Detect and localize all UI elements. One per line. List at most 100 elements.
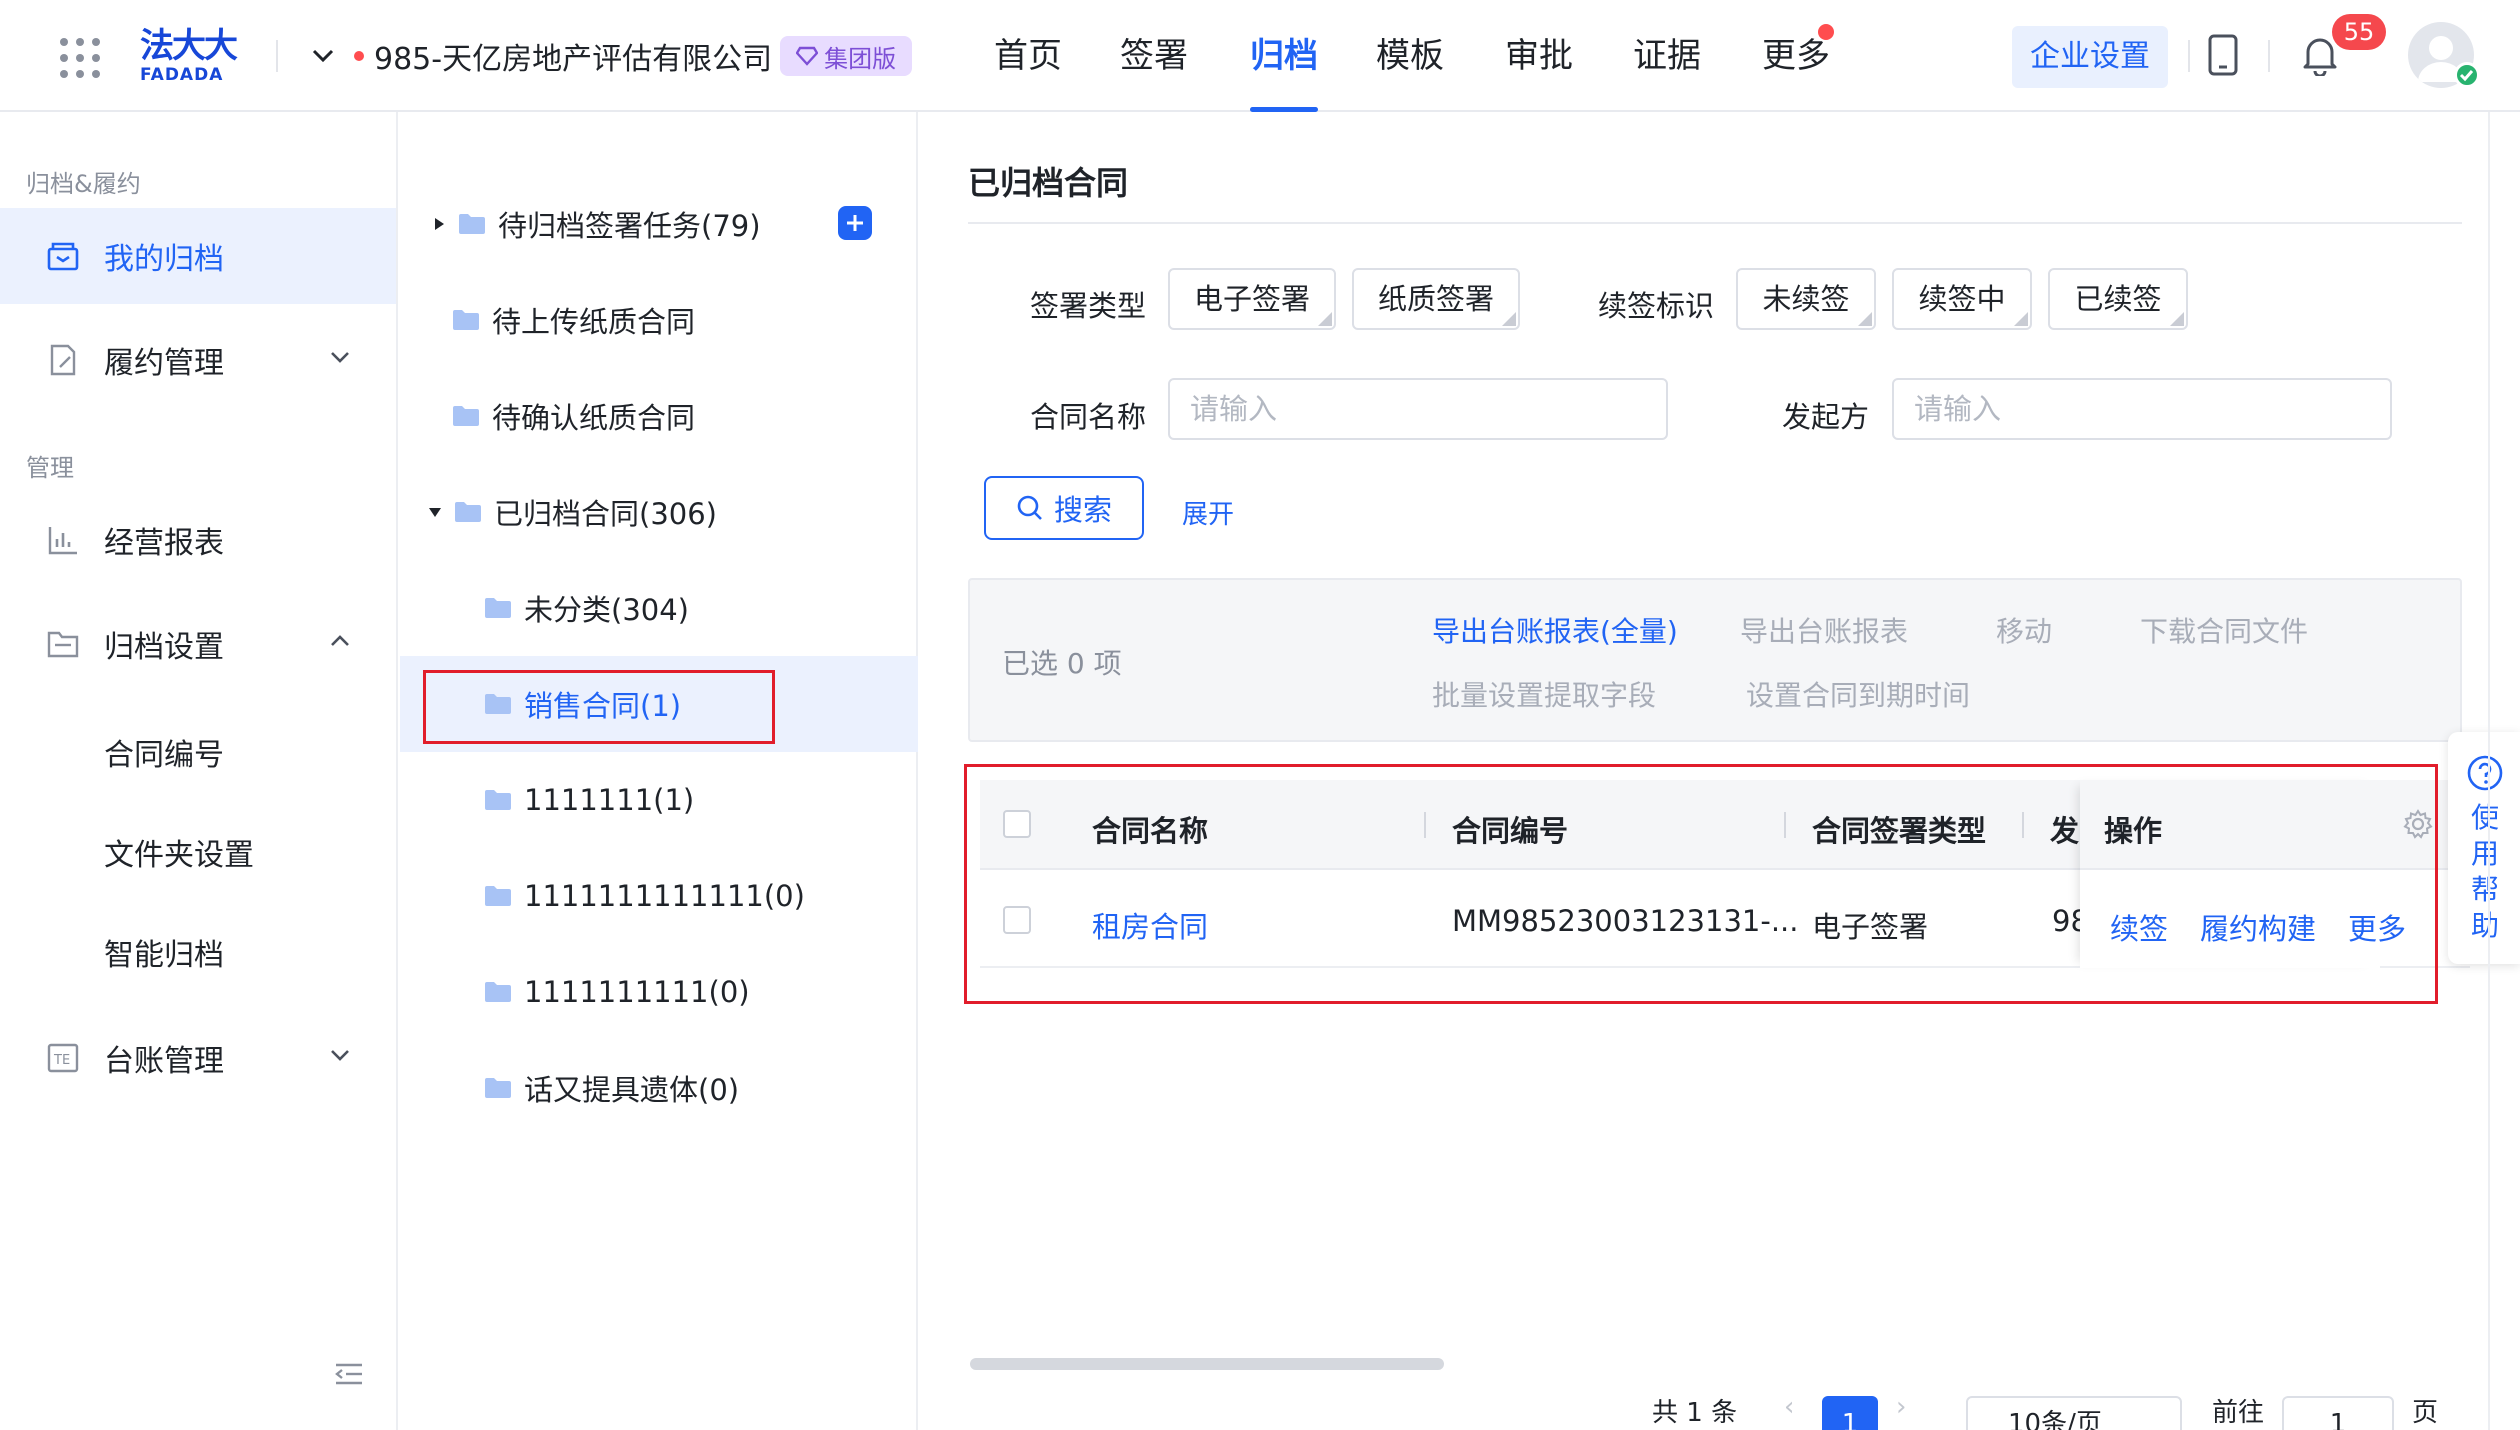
chip-paper-sign[interactable]: 纸质签署 [1352, 268, 1520, 330]
chevron-up-icon [331, 635, 349, 646]
mobile-icon[interactable] [2208, 34, 2238, 76]
nav-more[interactable]: 更多 [1762, 0, 1830, 112]
contract-name-input[interactable]: 请输入 [1168, 378, 1668, 440]
tree-item-folder[interactable]: 1111111111(0) [400, 944, 918, 1040]
move-button[interactable]: 移动 [1996, 610, 2052, 650]
tree-item-label: 1111111111111(0) [524, 879, 805, 913]
folder-icon [485, 886, 511, 906]
tree-item-archived[interactable]: 已归档合同(306) [400, 464, 918, 560]
divider [2268, 40, 2270, 72]
expand-link[interactable]: 展开 [1182, 494, 1234, 531]
svg-text:TE: TE [53, 1053, 70, 1068]
sidebar-item-my-archive[interactable]: 我的归档 [0, 208, 396, 304]
collapse-sidebar-icon[interactable] [334, 1362, 364, 1386]
tree-item-confirm-paper[interactable]: 待确认纸质合同 [400, 368, 918, 464]
folder-icon [453, 406, 479, 426]
page-size-value: 10条/页 [2008, 1409, 2102, 1430]
search-button-label: 搜索 [1053, 493, 1112, 527]
folder-icon [455, 502, 481, 522]
left-sidebar: 归档&履约 我的归档 履约管理 管理 经营报表 归档设置 合同编号 文件夹设置 … [0, 112, 398, 1430]
tree-item-upload-paper[interactable]: 待上传纸质合同 [400, 272, 918, 368]
chip-renewed[interactable]: 已续签 [2048, 268, 2188, 330]
enterprise-settings-button[interactable]: 企业设置 [2012, 26, 2168, 88]
chevron-down-icon [331, 1050, 349, 1061]
renew-label: 续签标识 [1598, 289, 1715, 323]
tree-item-folder[interactable]: 话又提具遗体(0) [400, 1040, 918, 1136]
sidebar-subitem-folder-settings[interactable]: 文件夹设置 [104, 830, 254, 874]
contract-name-label: 合同名称 [1030, 400, 1147, 434]
chip-electronic-sign[interactable]: 电子签署 [1168, 268, 1336, 330]
nav-sign[interactable]: 签署 [1120, 0, 1188, 112]
bell-icon[interactable] [2302, 34, 2338, 76]
export-button[interactable]: 导出台账报表 [1740, 610, 1908, 650]
nav-approval[interactable]: 审批 [1505, 0, 1573, 112]
chip-renewing[interactable]: 续签中 [1892, 268, 2032, 330]
initiator-input[interactable]: 请输入 [1892, 378, 2392, 440]
folder-icon [459, 214, 485, 234]
tree-item-label: 1111111111(0) [524, 975, 750, 1009]
sidebar-item-label: 归档设置 [104, 630, 224, 665]
set-expiry-button[interactable]: 设置合同到期时间 [1746, 674, 1970, 714]
chevron-down-icon [331, 352, 349, 363]
sidebar-item-label: 履约管理 [104, 346, 224, 381]
download-button[interactable]: 下载合同文件 [2140, 610, 2308, 650]
bar-chart-icon [48, 527, 77, 555]
tree-item-label: 话又提具遗体(0) [524, 1073, 740, 1107]
nav-home[interactable]: 首页 [994, 0, 1062, 112]
sidebar-item-fulfillment[interactable]: 履约管理 [0, 312, 396, 408]
sidebar-subitem-smart-archive[interactable]: 智能归档 [104, 930, 224, 974]
goto-page-input[interactable]: 1 [2282, 1396, 2394, 1430]
sidebar-item-label: 台账管理 [104, 1044, 224, 1079]
tree-item-folder[interactable]: 1111111111111(0) [400, 848, 918, 944]
folder-icon [485, 982, 511, 1002]
document-edit-icon [50, 344, 76, 376]
highlight-box [423, 670, 775, 744]
nav-evidence[interactable]: 证据 [1633, 0, 1701, 112]
prev-page-icon[interactable]: ‹ [1784, 1392, 1794, 1430]
sidebar-item-label: 我的归档 [104, 242, 224, 277]
divider [2488, 112, 2490, 1430]
divider [2188, 40, 2190, 72]
folder-icon [485, 598, 511, 618]
chip-not-renewed[interactable]: 未续签 [1736, 268, 1876, 330]
search-button[interactable]: 搜索 [984, 476, 1144, 540]
selected-count: 已选 0 项 [1002, 647, 1122, 680]
goto-label: 前往 [2212, 1398, 2265, 1428]
sidebar-item-reports[interactable]: 经营报表 [0, 492, 396, 588]
tree-item-label: 待确认纸质合同 [492, 401, 696, 435]
page-1-button[interactable]: 1 [1822, 1396, 1878, 1430]
sidebar-item-label: 经营报表 [104, 526, 224, 561]
nav-template[interactable]: 模板 [1376, 0, 1444, 112]
page-unit-label: 页 [2412, 1398, 2439, 1428]
tree-item-label: 未分类(304) [524, 593, 689, 627]
horizontal-scrollbar[interactable] [970, 1358, 1444, 1370]
tree-item-folder[interactable]: 1111111(1) [400, 752, 918, 848]
sidebar-item-archive-settings[interactable]: 归档设置 [0, 596, 396, 692]
tree-item-uncategorized[interactable]: 未分类(304) [400, 560, 918, 656]
section-title: 管理 [26, 454, 74, 482]
batch-action-bar [968, 578, 2462, 742]
verified-icon [2454, 62, 2480, 88]
sidebar-subitem-contract-number[interactable]: 合同编号 [104, 730, 224, 774]
tree-item-label: 已归档合同(306) [494, 497, 717, 531]
nav-archive[interactable]: 归档 [1250, 0, 1318, 112]
next-page-icon[interactable]: › [1896, 1392, 1906, 1430]
archive-box-icon [47, 242, 79, 271]
sidebar-item-ledger[interactable]: TE 台账管理 [0, 1010, 396, 1106]
nav-more-dot [1818, 24, 1834, 40]
page-title: 已归档合同 [968, 164, 1129, 202]
divider [968, 222, 2462, 224]
help-label: 使用帮助 [2470, 801, 2499, 942]
caret-right-icon [435, 218, 444, 230]
initiator-label: 发起方 [1782, 400, 1870, 434]
tree-item-label: 待归档签署任务(79) [498, 209, 761, 243]
tree-item-label: 待上传纸质合同 [492, 305, 696, 339]
batch-fields-button[interactable]: 批量设置提取字段 [1432, 674, 1656, 714]
folder-tree: 待归档签署任务(79) 待上传纸质合同 待确认纸质合同 已归档合同(306) 未… [400, 112, 918, 1430]
page-size-select[interactable]: 10条/页 [1966, 1396, 2182, 1430]
folder-icon [485, 1078, 511, 1098]
export-all-button[interactable]: 导出台账报表(全量) [1432, 610, 1678, 650]
add-folder-button[interactable] [838, 206, 872, 240]
section-title: 归档&履约 [26, 170, 141, 198]
highlight-box [964, 764, 2438, 1004]
